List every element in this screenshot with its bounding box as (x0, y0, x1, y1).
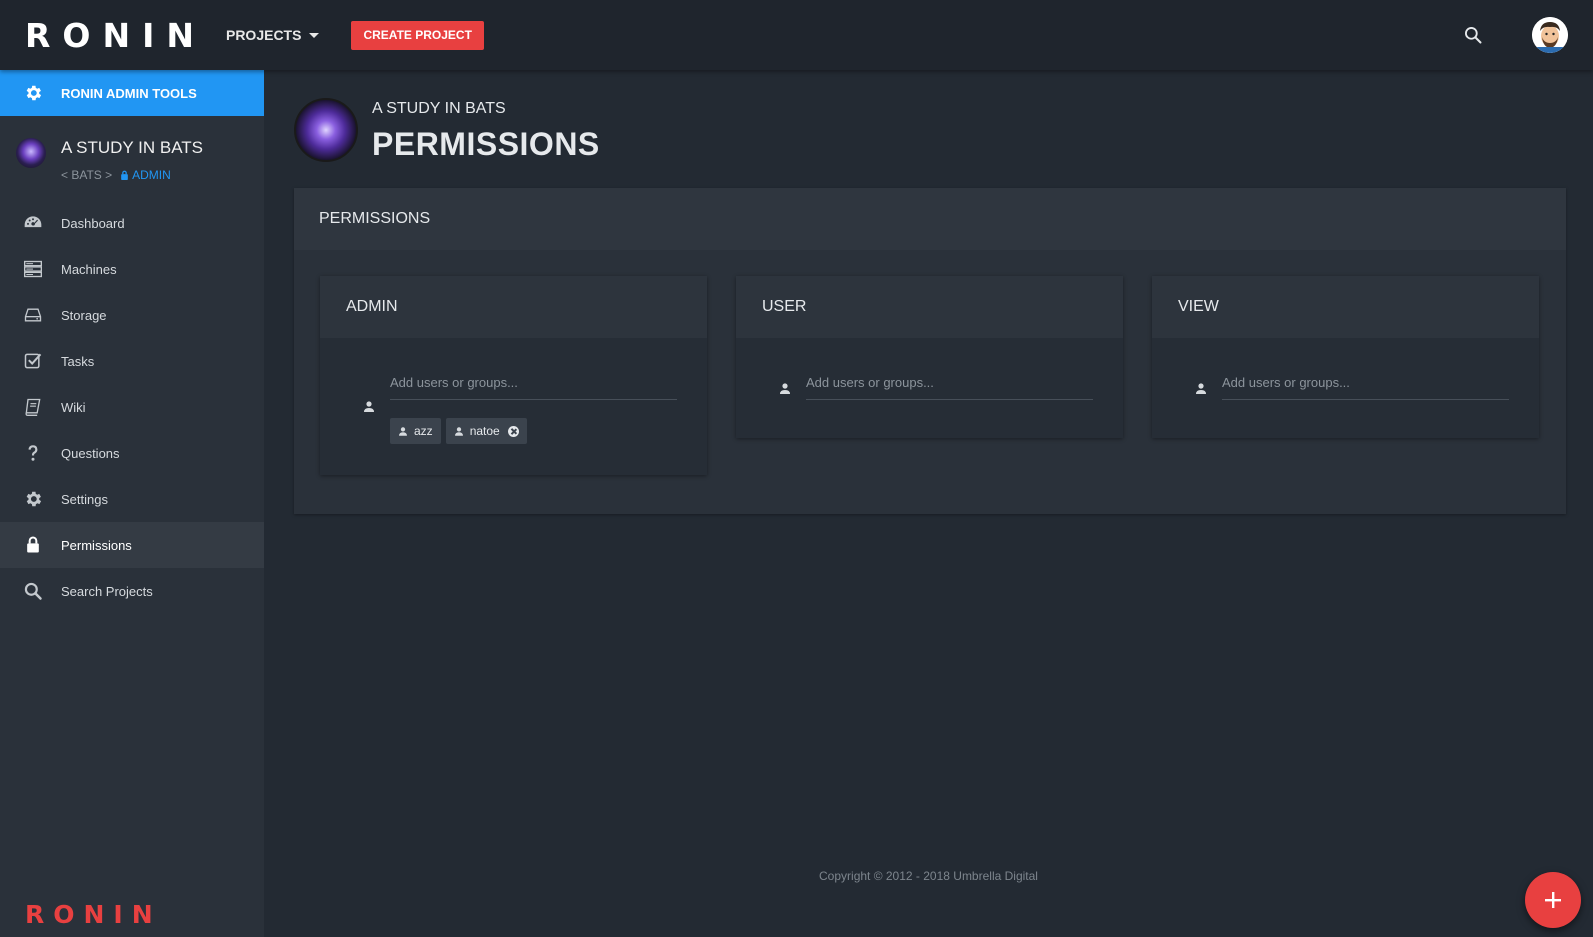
sidebar-item-label: Machines (61, 261, 117, 277)
sidebar-footer-logo: RONIN (25, 900, 162, 929)
permission-card-user: USER (736, 276, 1123, 438)
permission-card-title: ADMIN (320, 276, 707, 338)
sidebar-item-label: Questions (61, 445, 120, 461)
permission-card-title: USER (736, 276, 1123, 338)
sidebar-item-label: Wiki (61, 399, 86, 415)
member-chip-label: natoe (469, 424, 500, 438)
sidebar-item-storage[interactable]: Storage (0, 292, 264, 338)
add-admin-users-input[interactable] (390, 372, 677, 400)
lock-icon (121, 170, 128, 180)
sidebar-item-dashboard[interactable]: Dashboard (0, 200, 264, 246)
check-square-icon (23, 351, 43, 371)
user-icon (1196, 383, 1206, 394)
hard-drive-icon (23, 305, 43, 325)
add-view-users-input[interactable] (1222, 372, 1509, 400)
search-icon[interactable] (1463, 25, 1483, 45)
sidebar-item-settings[interactable]: Settings (0, 476, 264, 522)
permissions-panel: PERMISSIONS ADMIN azz natoe USER (294, 188, 1566, 514)
sidebar-item-permissions[interactable]: Permissions (0, 522, 264, 568)
gear-icon (26, 85, 42, 101)
remove-member-icon[interactable] (507, 425, 519, 437)
member-chip-label: azz (414, 424, 433, 438)
permission-card-admin: ADMIN azz natoe (320, 276, 707, 475)
search-icon (23, 581, 43, 601)
top-bar: RONIN PROJECTS CREATE PROJECT (0, 0, 1593, 70)
sidebar-item-label: Search Projects (61, 583, 153, 599)
page-title: PERMISSIONS (372, 126, 600, 162)
permission-card-view: VIEW (1152, 276, 1539, 438)
sidebar-item-questions[interactable]: Questions (0, 430, 264, 476)
add-user-users-input[interactable] (806, 372, 1093, 400)
sidebar-item-label: Settings (61, 491, 108, 507)
app-logo[interactable]: RONIN (25, 16, 206, 55)
user-icon (399, 426, 407, 436)
sidebar-item-tasks[interactable]: Tasks (0, 338, 264, 384)
permission-card-title: VIEW (1152, 276, 1539, 338)
book-icon (23, 397, 43, 417)
caret-down-icon (309, 32, 320, 38)
dashboard-icon (23, 213, 43, 233)
sidebar-item-label: Permissions (61, 537, 132, 553)
current-project: A STUDY IN BATS < BATS > ADMIN (0, 116, 264, 200)
breadcrumb-admin-link[interactable]: ADMIN (120, 168, 171, 182)
sidebar-item-search-projects[interactable]: Search Projects (0, 568, 264, 614)
sidebar-item-wiki[interactable]: Wiki (0, 384, 264, 430)
project-name: A STUDY IN BATS (61, 138, 204, 157)
user-icon (780, 383, 790, 394)
sidebar-item-label: Tasks (61, 353, 95, 369)
page-subtitle: A STUDY IN BATS (372, 100, 506, 117)
member-chip[interactable]: azz (390, 418, 441, 444)
question-icon (23, 443, 43, 463)
breadcrumb-admin-label: ADMIN (132, 168, 171, 182)
ronin-admin-tools-link[interactable]: RONIN ADMIN TOOLS (0, 70, 264, 116)
user-icon (364, 401, 374, 412)
project-thumbnail (16, 138, 46, 168)
user-avatar[interactable] (1532, 17, 1568, 53)
sidebar-item-label: Storage (61, 307, 107, 323)
copyright-footer: Copyright © 2012 - 2018 Umbrella Digital (819, 869, 1038, 883)
gear-icon (23, 489, 43, 509)
sidebar-item-machines[interactable]: Machines (0, 246, 264, 292)
server-icon (23, 259, 43, 279)
projects-dropdown[interactable]: PROJECTS (225, 27, 320, 43)
member-chip[interactable]: natoe (445, 418, 527, 444)
panel-title: PERMISSIONS (294, 188, 1566, 250)
project-avatar (294, 98, 358, 162)
user-icon (454, 426, 463, 436)
breadcrumb: < BATS > ADMIN (61, 168, 171, 182)
admin-tools-label: RONIN ADMIN TOOLS (61, 85, 197, 101)
sidebar-item-label: Dashboard (61, 215, 125, 231)
create-project-button[interactable]: CREATE PROJECT (351, 20, 484, 50)
sidebar: RONIN ADMIN TOOLS A STUDY IN BATS < BATS… (0, 70, 264, 937)
add-fab-button[interactable] (1525, 872, 1581, 928)
breadcrumb-back-link[interactable]: < BATS > (61, 168, 112, 182)
plus-icon (1545, 892, 1561, 908)
admin-members: azz natoe (390, 418, 532, 444)
lock-icon (23, 535, 43, 555)
projects-dropdown-label: PROJECTS (225, 27, 302, 43)
